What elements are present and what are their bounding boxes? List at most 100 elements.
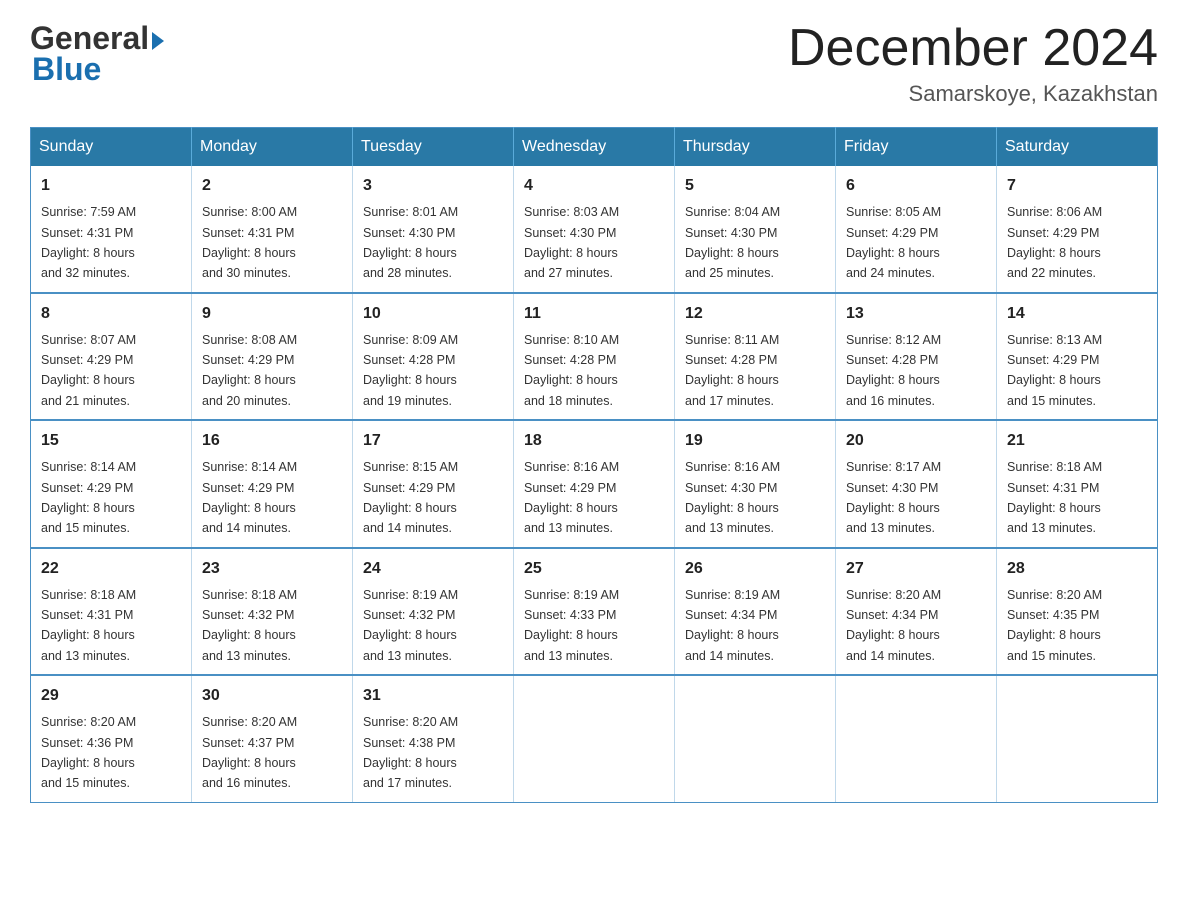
day-info: Sunrise: 8:17 AMSunset: 4:30 PMDaylight:… xyxy=(846,460,941,535)
day-number: 1 xyxy=(41,174,181,198)
table-row: 8 Sunrise: 8:07 AMSunset: 4:29 PMDayligh… xyxy=(31,293,192,421)
day-info: Sunrise: 8:18 AMSunset: 4:31 PMDaylight:… xyxy=(1007,460,1102,535)
table-row: 29 Sunrise: 8:20 AMSunset: 4:36 PMDaylig… xyxy=(31,675,192,802)
day-number: 21 xyxy=(1007,429,1147,453)
table-row: 5 Sunrise: 8:04 AMSunset: 4:30 PMDayligh… xyxy=(675,166,836,293)
day-number: 26 xyxy=(685,557,825,581)
day-info: Sunrise: 8:19 AMSunset: 4:33 PMDaylight:… xyxy=(524,588,619,663)
day-info: Sunrise: 8:14 AMSunset: 4:29 PMDaylight:… xyxy=(41,460,136,535)
col-saturday: Saturday xyxy=(997,128,1158,167)
col-monday: Monday xyxy=(192,128,353,167)
calendar-week-row: 8 Sunrise: 8:07 AMSunset: 4:29 PMDayligh… xyxy=(31,293,1158,421)
day-info: Sunrise: 8:04 AMSunset: 4:30 PMDaylight:… xyxy=(685,205,780,280)
day-number: 8 xyxy=(41,302,181,326)
day-number: 4 xyxy=(524,174,664,198)
day-info: Sunrise: 8:20 AMSunset: 4:37 PMDaylight:… xyxy=(202,715,297,790)
day-number: 30 xyxy=(202,684,342,708)
day-number: 3 xyxy=(363,174,503,198)
day-info: Sunrise: 8:08 AMSunset: 4:29 PMDaylight:… xyxy=(202,333,297,408)
table-row: 9 Sunrise: 8:08 AMSunset: 4:29 PMDayligh… xyxy=(192,293,353,421)
calendar-week-row: 1 Sunrise: 7:59 AMSunset: 4:31 PMDayligh… xyxy=(31,166,1158,293)
day-info: Sunrise: 8:10 AMSunset: 4:28 PMDaylight:… xyxy=(524,333,619,408)
day-info: Sunrise: 8:12 AMSunset: 4:28 PMDaylight:… xyxy=(846,333,941,408)
day-info: Sunrise: 8:20 AMSunset: 4:34 PMDaylight:… xyxy=(846,588,941,663)
location: Samarskoye, Kazakhstan xyxy=(788,81,1158,107)
day-info: Sunrise: 8:20 AMSunset: 4:38 PMDaylight:… xyxy=(363,715,458,790)
day-info: Sunrise: 8:05 AMSunset: 4:29 PMDaylight:… xyxy=(846,205,941,280)
day-number: 17 xyxy=(363,429,503,453)
table-row: 26 Sunrise: 8:19 AMSunset: 4:34 PMDaylig… xyxy=(675,548,836,676)
day-number: 29 xyxy=(41,684,181,708)
day-info: Sunrise: 8:09 AMSunset: 4:28 PMDaylight:… xyxy=(363,333,458,408)
day-number: 15 xyxy=(41,429,181,453)
day-number: 24 xyxy=(363,557,503,581)
day-info: Sunrise: 8:07 AMSunset: 4:29 PMDaylight:… xyxy=(41,333,136,408)
calendar-table: Sunday Monday Tuesday Wednesday Thursday… xyxy=(30,127,1158,803)
day-number: 2 xyxy=(202,174,342,198)
table-row: 2 Sunrise: 8:00 AMSunset: 4:31 PMDayligh… xyxy=(192,166,353,293)
table-row: 10 Sunrise: 8:09 AMSunset: 4:28 PMDaylig… xyxy=(353,293,514,421)
day-number: 18 xyxy=(524,429,664,453)
day-number: 6 xyxy=(846,174,986,198)
day-number: 16 xyxy=(202,429,342,453)
table-row: 18 Sunrise: 8:16 AMSunset: 4:29 PMDaylig… xyxy=(514,420,675,548)
table-row xyxy=(514,675,675,802)
table-row: 25 Sunrise: 8:19 AMSunset: 4:33 PMDaylig… xyxy=(514,548,675,676)
table-row: 17 Sunrise: 8:15 AMSunset: 4:29 PMDaylig… xyxy=(353,420,514,548)
col-thursday: Thursday xyxy=(675,128,836,167)
day-info: Sunrise: 8:20 AMSunset: 4:36 PMDaylight:… xyxy=(41,715,136,790)
day-number: 19 xyxy=(685,429,825,453)
day-info: Sunrise: 8:15 AMSunset: 4:29 PMDaylight:… xyxy=(363,460,458,535)
day-number: 5 xyxy=(685,174,825,198)
table-row xyxy=(675,675,836,802)
table-row: 23 Sunrise: 8:18 AMSunset: 4:32 PMDaylig… xyxy=(192,548,353,676)
table-row: 16 Sunrise: 8:14 AMSunset: 4:29 PMDaylig… xyxy=(192,420,353,548)
table-row: 31 Sunrise: 8:20 AMSunset: 4:38 PMDaylig… xyxy=(353,675,514,802)
day-info: Sunrise: 8:11 AMSunset: 4:28 PMDaylight:… xyxy=(685,333,779,408)
table-row: 13 Sunrise: 8:12 AMSunset: 4:28 PMDaylig… xyxy=(836,293,997,421)
day-number: 12 xyxy=(685,302,825,326)
logo-arrow-icon xyxy=(152,32,164,50)
day-info: Sunrise: 8:01 AMSunset: 4:30 PMDaylight:… xyxy=(363,205,458,280)
logo: General Blue xyxy=(30,20,164,88)
col-sunday: Sunday xyxy=(31,128,192,167)
day-info: Sunrise: 8:19 AMSunset: 4:34 PMDaylight:… xyxy=(685,588,780,663)
day-number: 14 xyxy=(1007,302,1147,326)
table-row: 22 Sunrise: 8:18 AMSunset: 4:31 PMDaylig… xyxy=(31,548,192,676)
day-info: Sunrise: 8:14 AMSunset: 4:29 PMDaylight:… xyxy=(202,460,297,535)
logo-blue-text: Blue xyxy=(32,51,101,88)
calendar-week-row: 15 Sunrise: 8:14 AMSunset: 4:29 PMDaylig… xyxy=(31,420,1158,548)
table-row: 3 Sunrise: 8:01 AMSunset: 4:30 PMDayligh… xyxy=(353,166,514,293)
day-number: 27 xyxy=(846,557,986,581)
day-number: 10 xyxy=(363,302,503,326)
day-info: Sunrise: 8:13 AMSunset: 4:29 PMDaylight:… xyxy=(1007,333,1102,408)
calendar-week-row: 22 Sunrise: 8:18 AMSunset: 4:31 PMDaylig… xyxy=(31,548,1158,676)
day-number: 25 xyxy=(524,557,664,581)
page-header: General Blue December 2024 Samarskoye, K… xyxy=(30,20,1158,107)
day-number: 28 xyxy=(1007,557,1147,581)
day-info: Sunrise: 8:18 AMSunset: 4:31 PMDaylight:… xyxy=(41,588,136,663)
table-row: 1 Sunrise: 7:59 AMSunset: 4:31 PMDayligh… xyxy=(31,166,192,293)
calendar-week-row: 29 Sunrise: 8:20 AMSunset: 4:36 PMDaylig… xyxy=(31,675,1158,802)
month-title: December 2024 xyxy=(788,20,1158,77)
table-row xyxy=(836,675,997,802)
day-info: Sunrise: 8:20 AMSunset: 4:35 PMDaylight:… xyxy=(1007,588,1102,663)
col-tuesday: Tuesday xyxy=(353,128,514,167)
table-row: 27 Sunrise: 8:20 AMSunset: 4:34 PMDaylig… xyxy=(836,548,997,676)
table-row: 11 Sunrise: 8:10 AMSunset: 4:28 PMDaylig… xyxy=(514,293,675,421)
table-row: 15 Sunrise: 8:14 AMSunset: 4:29 PMDaylig… xyxy=(31,420,192,548)
day-info: Sunrise: 8:16 AMSunset: 4:30 PMDaylight:… xyxy=(685,460,780,535)
table-row: 28 Sunrise: 8:20 AMSunset: 4:35 PMDaylig… xyxy=(997,548,1158,676)
col-friday: Friday xyxy=(836,128,997,167)
day-info: Sunrise: 8:19 AMSunset: 4:32 PMDaylight:… xyxy=(363,588,458,663)
day-number: 22 xyxy=(41,557,181,581)
day-info: Sunrise: 8:03 AMSunset: 4:30 PMDaylight:… xyxy=(524,205,619,280)
table-row: 21 Sunrise: 8:18 AMSunset: 4:31 PMDaylig… xyxy=(997,420,1158,548)
table-row xyxy=(997,675,1158,802)
calendar-header-row: Sunday Monday Tuesday Wednesday Thursday… xyxy=(31,128,1158,167)
day-info: Sunrise: 8:06 AMSunset: 4:29 PMDaylight:… xyxy=(1007,205,1102,280)
table-row: 4 Sunrise: 8:03 AMSunset: 4:30 PMDayligh… xyxy=(514,166,675,293)
table-row: 6 Sunrise: 8:05 AMSunset: 4:29 PMDayligh… xyxy=(836,166,997,293)
day-info: Sunrise: 7:59 AMSunset: 4:31 PMDaylight:… xyxy=(41,205,136,280)
day-number: 23 xyxy=(202,557,342,581)
